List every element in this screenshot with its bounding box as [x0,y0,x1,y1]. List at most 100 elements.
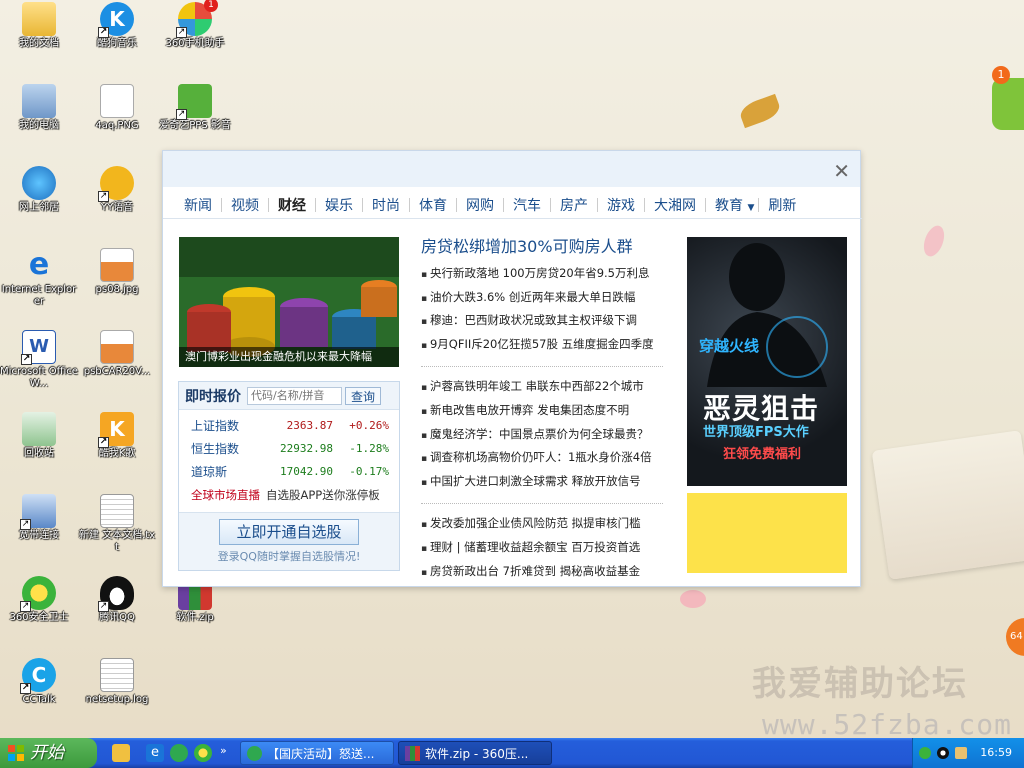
icon-label: 回收站 [24,448,54,459]
desktop-icon-qq[interactable]: ↗ 腾讯QQ [78,576,156,624]
desktop-icon-broadband[interactable]: ↗ 宽带连接 [0,494,78,542]
desktop-icon-kugou[interactable]: K ↗ 酷狗音乐 [78,2,156,50]
quote-row[interactable]: 上证指数 2363.87 +0.26% [179,414,399,437]
hero-image-link[interactable]: 澳门博彩业出现金融危机以来最大降幅 [179,237,399,367]
tab-daxiang[interactable]: 大湘网 [645,195,705,215]
search-button[interactable]: 查询 [345,386,382,405]
desktop-icon-recycle-bin[interactable]: 回收站 [0,412,78,460]
tab-auto[interactable]: 汽车 [504,195,550,215]
icon-label: 爱奇艺PPS 影音 [159,120,231,131]
tray-360-icon[interactable] [919,747,931,759]
tab-games[interactable]: 游戏 [598,195,644,215]
quote-header: 即时报价 查询 [179,382,399,410]
browser-quicklaunch-icon[interactable] [170,744,188,762]
refresh-button[interactable]: 刷新 [759,195,805,215]
close-icon[interactable]: ✕ [833,159,850,183]
market-live-link[interactable]: 全球市场直播 [191,488,260,502]
desktop-icon-new-text-file[interactable]: 新建 文本文档.txt [78,494,156,554]
game-ad-banner[interactable]: 穿越火线 恶灵狙击 世界顶级FPS大作 狂领免费福利 [687,237,847,486]
news-item[interactable]: 沪蓉高铁明年竣工 串联东中西部22个城市 [421,376,671,400]
news-item[interactable]: 魔鬼经济学：中国景点票价为何全球最贵？ [421,424,671,448]
yy-icon: ↗ [98,166,134,202]
news-item[interactable]: 新电改售电放开博弈 发电集团态度不明 [421,400,671,424]
tab-house[interactable]: 房产 [551,195,597,215]
news-item[interactable]: 发改委加强企业债风险防范 拟提审核门槛 [421,513,671,537]
desktop-icon-360-mobile[interactable]: 1 ↗ 360手机助手 [156,0,234,50]
quicklaunch-expand-icon[interactable]: » [220,744,227,757]
taskbar-item-browser[interactable]: 【国庆活动】怒送... [240,741,394,765]
quote-title: 即时报价 [185,388,241,405]
ad-cta: 狂领免费福利 [723,447,802,462]
desktop-icon-ps08-jpg[interactable]: ps08.jpg [78,248,156,296]
floating-widget[interactable]: 1 [992,66,1024,130]
tab-education[interactable]: 教育 ▼ [706,195,758,215]
desktop-icon-cctalk[interactable]: C ↗ CCTalk [0,658,78,706]
desktop-icon-4aq-png[interactable]: 4aq.PNG [78,84,156,132]
news-group-2: 沪蓉高铁明年竣工 串联东中西部22个城市 新电改售电放开博弈 发电集团态度不明 … [421,376,671,494]
stock-search-input[interactable] [247,386,342,405]
tab-news[interactable]: 新闻 [175,195,221,215]
shortcut-arrow-icon: ↗ [176,109,187,120]
news-item[interactable]: 中国扩大进口刺激全球需求 释放开放信号 [421,471,671,495]
index-name: 上证指数 [191,419,240,433]
login-tip-link[interactable]: 登录QQ随时掌握自选股情况! [179,548,399,564]
icon-label: 我的文档 [19,38,59,49]
yellow-ad-block[interactable] [687,493,847,573]
news-headline[interactable]: 房贷松绑增加30%可购房人群 [421,233,671,257]
desktop-icon-my-computer[interactable]: 我的电脑 [0,84,78,132]
computer-icon [22,84,56,118]
360-mobile-icon: 1 ↗ [176,0,218,38]
desktop-icon-network-places[interactable]: 网上邻居 [0,166,78,214]
icon-label: 网上邻居 [19,202,59,213]
cctalk-icon: C ↗ [20,658,56,694]
desktop-icon-office-word[interactable]: W ↗ Microsoft Office W... [0,330,78,390]
icon-label: 新建 文本文档.txt [78,530,156,553]
ie-quicklaunch-icon[interactable]: e [146,744,164,762]
news-item[interactable]: 理财 | 储蓄理收益超余额宝 百万投资首选 [421,537,671,561]
text-file-icon [100,658,134,692]
icon-label: 4aq.PNG [95,120,139,131]
360-quicklaunch-icon[interactable] [194,744,212,762]
tab-video[interactable]: 视频 [222,195,268,215]
tray-volume-icon[interactable] [955,747,967,759]
desktop-icon-netsetup-log[interactable]: netsetup.log [78,658,156,706]
tab-fashion[interactable]: 时尚 [363,195,409,215]
news-item[interactable]: 房贷新政出台 7折难贷到 揭秘高收益基金 [421,561,671,585]
news-list: 房贷松绑增加30%可购房人群 央行新政落地 100万房贷20年省9.5万利息 油… [421,233,671,584]
shortcut-arrow-icon: ↗ [20,601,31,612]
news-item[interactable]: 央行新政落地 100万房贷20年省9.5万利息 [421,263,671,287]
index-value: 17042.90 [280,465,333,478]
kugou-icon: K ↗ [98,2,134,38]
quote-row[interactable]: 道琼斯 17042.90 -0.17% [179,460,399,483]
taskbar-item-360zip[interactable]: 软件.zip - 360压... [398,741,552,765]
tab-sports[interactable]: 体育 [410,195,456,215]
tray-qq-icon[interactable] [937,747,949,759]
desktop-icon-pps[interactable]: ↗ 爱奇艺PPS 影音 [156,84,234,132]
desktop-icon-my-documents[interactable]: 我的文档 [0,2,78,50]
desktop-icon-kuwo-k[interactable]: K ↗ 酷我K歌 [78,412,156,460]
start-button[interactable]: 开始 [0,738,97,768]
desktop-icon-360-safe[interactable]: ↗ 360安全卫士 [0,576,78,624]
show-desktop-icon[interactable] [112,744,130,762]
news-item[interactable]: 9月QFII斥20亿狂揽57股 五维度掘金四季度 [421,334,671,358]
text-file-icon [100,494,134,528]
quote-row[interactable]: 恒生指数 22932.98 -1.28% [179,437,399,460]
desktop-icon-ie[interactable]: e Internet Explorer [0,248,78,308]
system-tray: 16:59 [912,738,1024,768]
tab-entertainment[interactable]: 娱乐 [316,195,362,215]
open-watchlist-button[interactable]: 立即开通自选股 [219,519,359,545]
news-item[interactable]: 油价大跌3.6% 创近两年来最大单日跌幅 [421,287,671,311]
news-item[interactable]: 调查称机场高物价仍吓人：1瓶水身价涨4倍 [421,447,671,471]
kuwo-k-icon: K ↗ [98,412,134,448]
desktop-icon-yy[interactable]: ↗ YY语音 [78,166,156,214]
desktop-icon-psbcar[interactable]: psbCAR20V... [78,330,156,378]
tab-shopping[interactable]: 网购 [457,195,503,215]
icon-label: ps08.jpg [95,284,139,295]
news-divider [421,503,663,505]
icon-label: Internet Explorer [1,284,77,307]
edge-badge[interactable]: 64 [1006,618,1024,656]
tab-finance[interactable]: 财经 [269,195,315,215]
app-promo-link[interactable]: 自选股APP送你涨停板 [266,488,380,502]
news-item[interactable]: 穆迪：巴西财政状况或致其主权评级下调 [421,310,671,334]
taskbar-item-label: 软件.zip - 360压... [425,747,529,761]
